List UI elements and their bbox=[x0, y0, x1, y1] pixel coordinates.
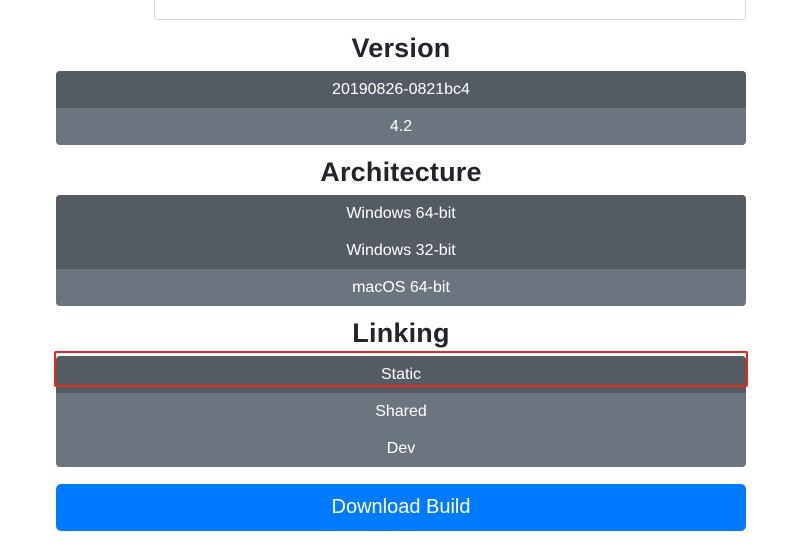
architecture-heading: Architecture bbox=[320, 157, 482, 187]
linking-option-shared[interactable]: Shared bbox=[56, 393, 746, 430]
linking-option-static[interactable]: Static bbox=[56, 356, 746, 393]
version-heading: Version bbox=[351, 33, 451, 63]
search-input[interactable] bbox=[154, 0, 746, 20]
linking-option-dev[interactable]: Dev bbox=[56, 430, 746, 467]
architecture-option-macos-64[interactable]: macOS 64-bit bbox=[56, 269, 746, 306]
download-build-button[interactable]: Download Build bbox=[56, 484, 746, 531]
linking-heading: Linking bbox=[352, 318, 450, 348]
architecture-option-windows-32[interactable]: Windows 32-bit bbox=[56, 232, 746, 269]
version-option-4-2[interactable]: 4.2 bbox=[56, 108, 746, 145]
version-option-20190826-0821bc4[interactable]: 20190826-0821bc4 bbox=[56, 71, 746, 108]
architecture-option-windows-64[interactable]: Windows 64-bit bbox=[56, 195, 746, 232]
linking-options: Static Shared Dev bbox=[56, 356, 746, 467]
architecture-options: Windows 64-bit Windows 32-bit macOS 64-b… bbox=[56, 195, 746, 306]
version-options: 20190826-0821bc4 4.2 bbox=[56, 71, 746, 145]
download-options-page: Version 20190826-0821bc4 4.2 Architectur… bbox=[0, 0, 800, 543]
